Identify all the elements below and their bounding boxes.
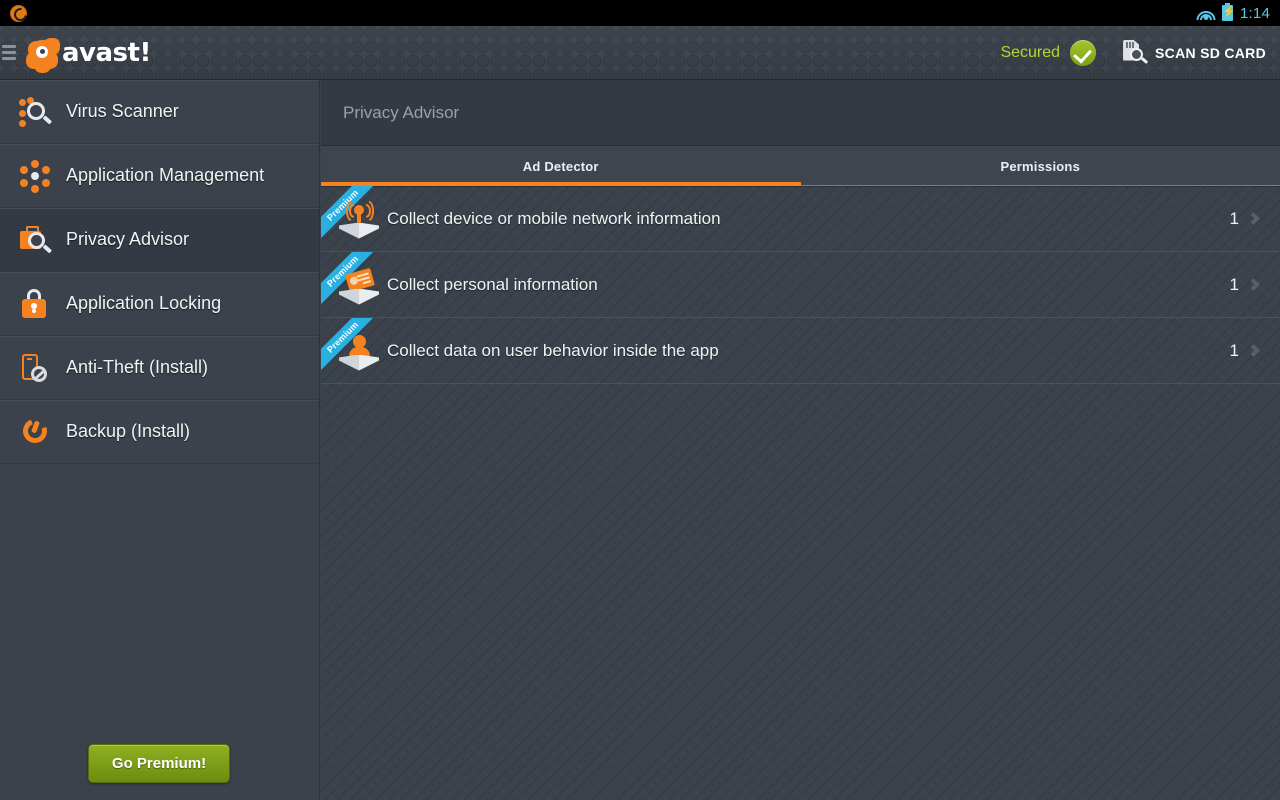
tab-label: Ad Detector bbox=[523, 159, 599, 174]
row-trailing: 1 bbox=[1230, 275, 1280, 295]
sidebar-item-privacy-advisor[interactable]: Privacy Advisor bbox=[0, 208, 319, 272]
tab-bar: Ad Detector Permissions bbox=[321, 146, 1280, 186]
chevron-right-icon[interactable] bbox=[1247, 278, 1260, 291]
sidebar-item-label: Application Management bbox=[66, 165, 264, 186]
sidebar-item-application-management[interactable]: Application Management bbox=[0, 144, 319, 208]
sidebar-item-label: Application Locking bbox=[66, 293, 221, 314]
row-count: 1 bbox=[1230, 209, 1239, 229]
table-row[interactable]: Premium Collect personal information 1 bbox=[321, 252, 1280, 318]
row-label: Collect device or mobile network informa… bbox=[387, 209, 721, 229]
sidebar: Virus Scanner Application Management Pri… bbox=[0, 80, 320, 800]
padlock-icon bbox=[18, 287, 52, 321]
battery-charging-icon bbox=[1222, 5, 1233, 21]
row-trailing: 1 bbox=[1230, 209, 1280, 229]
sidebar-item-virus-scanner[interactable]: Virus Scanner bbox=[0, 80, 319, 144]
tab-ad-detector[interactable]: Ad Detector bbox=[321, 146, 801, 186]
secured-status-label: Secured bbox=[1000, 44, 1060, 62]
sidebar-item-backup[interactable]: Backup (Install) bbox=[0, 400, 319, 464]
sd-card-scan-icon bbox=[1122, 40, 1146, 66]
status-bar-left bbox=[0, 5, 27, 22]
tab-permissions[interactable]: Permissions bbox=[801, 146, 1280, 186]
app-brand[interactable]: avast! bbox=[24, 36, 151, 70]
action-bar-right: Secured SCAN SD CARD bbox=[1000, 40, 1280, 66]
antenna-network-icon bbox=[337, 197, 381, 241]
table-row[interactable]: Premium Collect device or mobile network… bbox=[321, 186, 1280, 252]
chevron-right-icon[interactable] bbox=[1247, 212, 1260, 225]
sidebar-item-anti-theft[interactable]: Anti-Theft (Install) bbox=[0, 336, 319, 400]
action-bar: avast! Secured SCAN SD CARD bbox=[0, 26, 1280, 80]
privacy-advisor-icon bbox=[18, 223, 52, 257]
wifi-icon bbox=[1196, 6, 1215, 20]
sidebar-item-label: Anti-Theft (Install) bbox=[66, 357, 208, 378]
brand-name: avast! bbox=[62, 38, 151, 68]
status-bar-clock: 1:14 bbox=[1240, 5, 1270, 22]
row-trailing: 1 bbox=[1230, 341, 1280, 361]
avast-notification-icon[interactable] bbox=[10, 5, 27, 22]
person-icon bbox=[337, 329, 381, 373]
scan-sd-card-button[interactable]: SCAN SD CARD bbox=[1155, 45, 1266, 61]
content-header: Privacy Advisor bbox=[321, 80, 1280, 146]
tab-label: Permissions bbox=[1000, 159, 1080, 174]
table-row[interactable]: Premium Collect data on user behavior in… bbox=[321, 318, 1280, 384]
hamburger-menu-icon[interactable] bbox=[2, 45, 16, 60]
status-bar-right[interactable]: 1:14 bbox=[1196, 5, 1280, 22]
page-title: Privacy Advisor bbox=[343, 103, 459, 123]
avast-logo-icon bbox=[24, 36, 60, 70]
sidebar-item-label: Backup (Install) bbox=[66, 421, 190, 442]
content-panel: Privacy Advisor Ad Detector Permissions … bbox=[321, 80, 1280, 800]
sidebar-item-label: Virus Scanner bbox=[66, 101, 179, 122]
check-circle-icon bbox=[1070, 40, 1096, 66]
row-count: 1 bbox=[1230, 275, 1239, 295]
anti-theft-icon bbox=[18, 351, 52, 385]
row-count: 1 bbox=[1230, 341, 1239, 361]
sidebar-item-label: Privacy Advisor bbox=[66, 229, 189, 250]
sidebar-item-application-locking[interactable]: Application Locking bbox=[0, 272, 319, 336]
virus-scanner-icon bbox=[18, 95, 52, 129]
application-management-icon bbox=[18, 159, 52, 193]
row-label: Collect data on user behavior inside the… bbox=[387, 341, 719, 361]
backup-icon bbox=[18, 415, 52, 449]
go-premium-button[interactable]: Go Premium! bbox=[88, 744, 230, 783]
id-card-icon bbox=[337, 263, 381, 307]
status-bar: 1:14 bbox=[0, 0, 1280, 26]
chevron-right-icon[interactable] bbox=[1247, 344, 1260, 357]
row-label: Collect personal information bbox=[387, 275, 598, 295]
